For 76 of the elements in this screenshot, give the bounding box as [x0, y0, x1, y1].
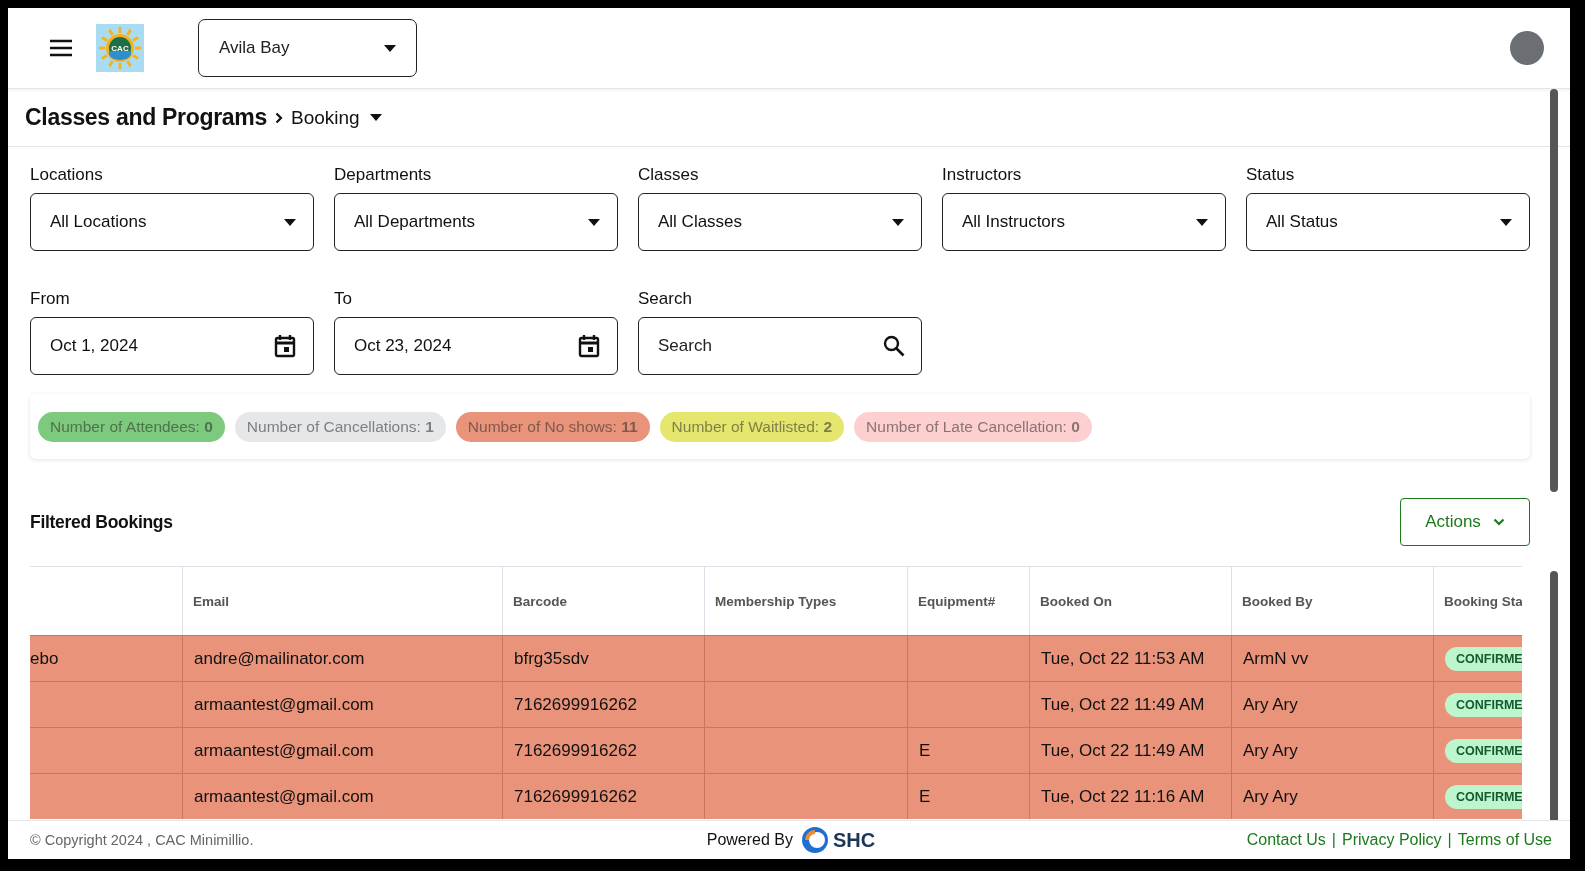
table-cell: 7162699916262: [502, 773, 704, 819]
page-title: Classes and Programs: [25, 104, 267, 131]
dropdown-caret-icon: [369, 114, 382, 121]
brand-logo-icon: [801, 826, 829, 854]
footer-link[interactable]: Contact Us: [1246, 831, 1326, 849]
filter-select[interactable]: All Instructors: [942, 193, 1226, 251]
date-field[interactable]: Oct 1, 2024: [30, 317, 314, 375]
table-cell: ebo: [30, 635, 182, 681]
filter-select[interactable]: All Locations: [30, 193, 314, 251]
logo: CAC: [96, 24, 144, 72]
page-dropdown[interactable]: Booking: [291, 106, 382, 129]
footer-link[interactable]: Terms of Use: [1457, 831, 1552, 849]
status-badge: CONFIRME: [1445, 738, 1522, 763]
table-cell: 7162699916262: [502, 727, 704, 773]
link-separator: |: [1447, 831, 1452, 849]
table-cell: 7162699916262: [502, 681, 704, 727]
field-label: Status: [1246, 165, 1296, 186]
dropdown-caret-icon: [892, 218, 904, 226]
table-cell: E: [907, 773, 1029, 819]
dropdown-caret-icon: [588, 218, 600, 226]
brand-name: SHC: [833, 828, 876, 852]
dropdown-caret-icon: [284, 218, 296, 226]
status-badge: CONFIRME: [1445, 784, 1522, 809]
table-cell: armaantest@gmail.com: [182, 773, 502, 819]
table-cell: Tue, Oct 22 11:49 AM: [1029, 727, 1231, 773]
status-badge: CONFIRME: [1445, 646, 1522, 671]
table-cell: andre@mailinator.com: [182, 635, 502, 681]
table-cell: armaantest@gmail.com: [182, 681, 502, 727]
location-select[interactable]: Avila Bay: [198, 19, 417, 77]
chevron-right-icon: [275, 111, 283, 124]
field-label: To: [334, 289, 353, 310]
table-cell: ArmN vv: [1231, 635, 1433, 681]
section-title: Filtered Bookings: [30, 511, 173, 533]
table-cell: E: [907, 727, 1029, 773]
field-label: Instructors: [942, 165, 1023, 186]
table-cell: Ary Ary: [1231, 681, 1433, 727]
field-label: Classes: [638, 165, 700, 186]
table-cell: Tue, Oct 22 11:49 AM: [1029, 681, 1231, 727]
user-avatar[interactable]: [1510, 31, 1544, 65]
stat-chip: Number of Cancellations: 1: [234, 411, 446, 442]
filter-select[interactable]: All Departments: [334, 193, 618, 251]
dropdown-caret-icon: [384, 44, 396, 52]
copyright-text: © Copyright 2024 , CAC Minimillio.: [30, 832, 255, 848]
stat-chip: Number of No shows: 11: [455, 411, 650, 442]
table-cell: Ary Ary: [1231, 773, 1433, 819]
table-cell: Tue, Oct 22 11:16 AM: [1029, 773, 1231, 819]
dropdown-caret-icon: [1500, 218, 1512, 226]
chevron-down-icon: [1492, 518, 1505, 526]
filter-select[interactable]: All Status: [1246, 193, 1530, 251]
search-icon[interactable]: [883, 335, 905, 357]
calendar-icon[interactable]: [578, 334, 600, 358]
date-field[interactable]: Oct 23, 2024: [334, 317, 618, 375]
table-cell: Ary Ary: [1231, 727, 1433, 773]
table-cell: Tue, Oct 22 11:53 AM: [1029, 635, 1231, 681]
stat-chip: Number of Attendees: 0: [38, 411, 225, 442]
stat-chip: Number of Waitlisted: 2: [659, 411, 845, 442]
table-cell: armaantest@gmail.com: [182, 727, 502, 773]
table-cell: bfrg35sdv: [502, 635, 704, 681]
calendar-icon[interactable]: [274, 334, 296, 358]
status-badge: CONFIRME: [1445, 692, 1522, 717]
link-separator: |: [1331, 831, 1336, 849]
field-label: Search: [638, 289, 693, 310]
actions-button[interactable]: Actions: [1400, 498, 1530, 546]
stat-chip: Number of Late Cancellation: 0: [854, 411, 1092, 442]
menu-button[interactable]: [50, 39, 72, 57]
search-field[interactable]: Search: [638, 317, 922, 375]
table-scrollbar[interactable]: [1550, 571, 1558, 820]
field-label: Locations: [30, 165, 104, 186]
dropdown-caret-icon: [1196, 218, 1208, 226]
menu-icon: [50, 39, 72, 57]
scrollbar[interactable]: [1550, 89, 1558, 492]
footer-link[interactable]: Privacy Policy: [1342, 831, 1442, 849]
field-label: Departments: [334, 165, 433, 186]
powered-by-text: Powered By: [706, 831, 793, 849]
filter-select[interactable]: All Classes: [638, 193, 922, 251]
field-label: From: [30, 289, 71, 310]
